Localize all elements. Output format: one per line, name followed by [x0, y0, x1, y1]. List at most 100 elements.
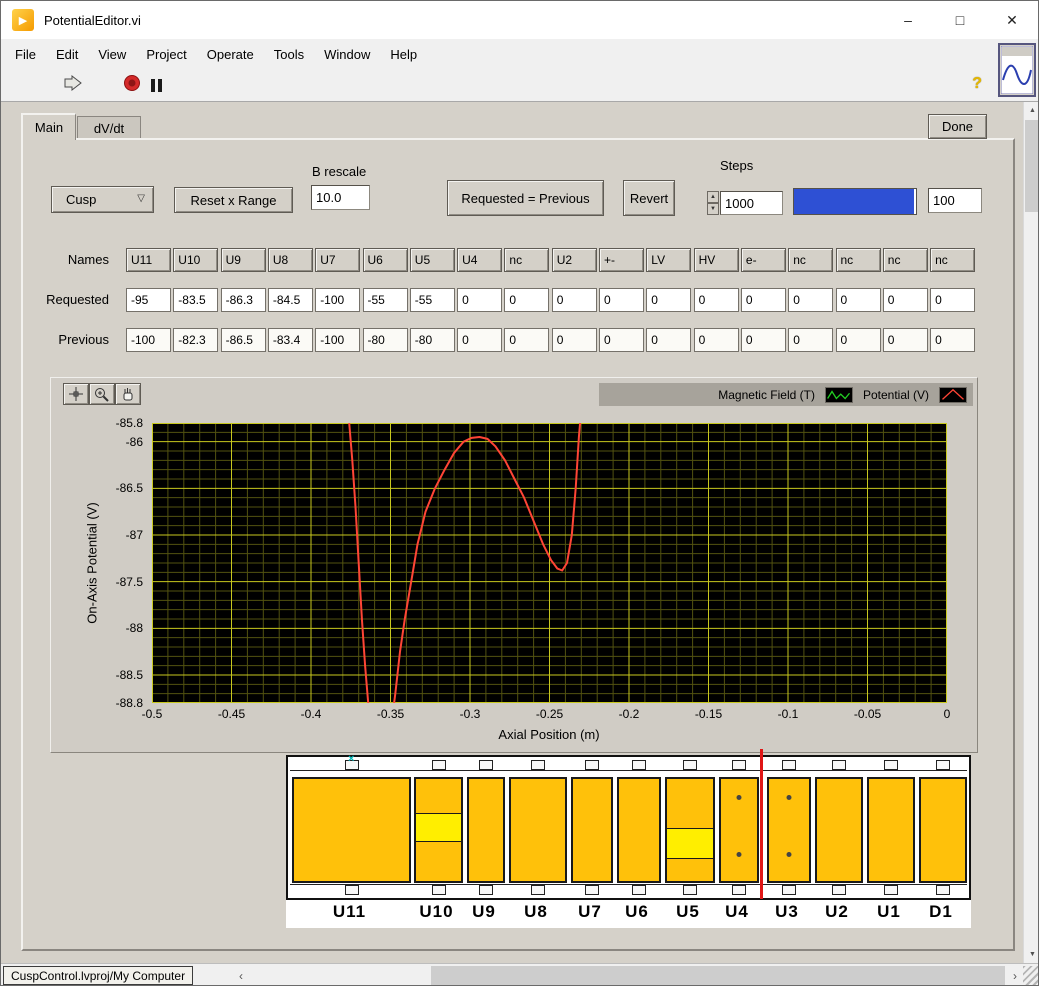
- name-cell-15[interactable]: nc: [836, 248, 881, 272]
- done-button[interactable]: Done: [928, 114, 987, 139]
- mode-select[interactable]: Cusp ▽: [51, 186, 154, 213]
- electrode-u7: [571, 777, 613, 883]
- requested-cell-11[interactable]: 0: [646, 288, 691, 312]
- aux-value-input[interactable]: [928, 188, 982, 213]
- steps-spinner[interactable]: ▲ ▼: [707, 191, 719, 215]
- project-context[interactable]: CuspControl.lvproj/My Computer: [3, 966, 193, 985]
- run-button[interactable]: [63, 74, 85, 97]
- name-cell-6[interactable]: U5: [410, 248, 455, 272]
- name-cell-9[interactable]: U2: [552, 248, 597, 272]
- scroll-right-icon[interactable]: ›: [1008, 967, 1022, 985]
- legend-potential-label[interactable]: Potential (V): [863, 388, 929, 402]
- minimize-button[interactable]: –: [882, 1, 934, 39]
- menu-item-operate[interactable]: Operate: [197, 43, 264, 66]
- menu-item-tools[interactable]: Tools: [264, 43, 314, 66]
- close-button[interactable]: ✕: [986, 1, 1038, 39]
- horizontal-scroll-track[interactable]: [251, 966, 1007, 986]
- plot-area[interactable]: [152, 423, 947, 703]
- name-cell-2[interactable]: U9: [221, 248, 266, 272]
- requested-cell-2[interactable]: -86.3: [221, 288, 266, 312]
- scroll-left-icon[interactable]: ‹: [234, 967, 248, 985]
- menu-item-file[interactable]: File: [5, 43, 46, 66]
- y-tick-7: -88.8: [51, 696, 143, 710]
- menu-item-view[interactable]: View: [88, 43, 136, 66]
- name-cell-7[interactable]: U4: [457, 248, 502, 272]
- requested-equals-previous-button[interactable]: Requested = Previous: [447, 180, 604, 216]
- steps-input[interactable]: [720, 191, 783, 215]
- pan-tool-button[interactable]: [115, 383, 141, 405]
- name-cell-12[interactable]: HV: [694, 248, 739, 272]
- revert-button[interactable]: Revert: [623, 180, 675, 216]
- requested-cell-6[interactable]: -55: [410, 288, 455, 312]
- b-rescale-input[interactable]: [311, 185, 370, 210]
- previous-cell-16: 0: [883, 328, 928, 352]
- name-cell-11[interactable]: LV: [646, 248, 691, 272]
- menu-item-project[interactable]: Project: [136, 43, 196, 66]
- increment-icon[interactable]: ▲: [707, 191, 719, 203]
- connector-tab-icon: [683, 760, 697, 770]
- progress-fill: [794, 189, 914, 214]
- requested-cell-3[interactable]: -84.5: [268, 288, 313, 312]
- name-cell-8[interactable]: nc: [504, 248, 549, 272]
- status-bar: CuspControl.lvproj/My Computer ‹ ›: [1, 963, 1039, 986]
- requested-cell-16[interactable]: 0: [883, 288, 928, 312]
- maximize-button[interactable]: □: [934, 1, 986, 39]
- name-cell-13[interactable]: e-: [741, 248, 786, 272]
- connector-tab-icon: [782, 760, 796, 770]
- resize-grip[interactable]: [1023, 966, 1039, 986]
- requested-cell-14[interactable]: 0: [788, 288, 833, 312]
- cursor-tool-button[interactable]: [63, 383, 89, 405]
- zoom-tool-button[interactable]: [89, 383, 115, 405]
- requested-cell-1[interactable]: -83.5: [173, 288, 218, 312]
- legend-magnetic-field-label[interactable]: Magnetic Field (T): [718, 388, 815, 402]
- name-cell-16[interactable]: nc: [883, 248, 928, 272]
- requested-cell-10[interactable]: 0: [599, 288, 644, 312]
- name-cell-17[interactable]: nc: [930, 248, 975, 272]
- tab-main[interactable]: Main: [21, 113, 76, 140]
- potential-sample-icon[interactable]: [939, 387, 967, 403]
- vi-panel-icon: [998, 43, 1036, 97]
- previous-cell-10: 0: [599, 328, 644, 352]
- menu-item-window[interactable]: Window: [314, 43, 380, 66]
- requested-cell-9[interactable]: 0: [552, 288, 597, 312]
- previous-cell-2: -86.5: [221, 328, 266, 352]
- horizontal-scroll-thumb[interactable]: [431, 966, 1005, 986]
- requested-cell-5[interactable]: -55: [363, 288, 408, 312]
- name-cell-1[interactable]: U10: [173, 248, 218, 272]
- vertical-scroll-thumb[interactable]: [1025, 120, 1039, 212]
- requested-cell-0[interactable]: -95: [126, 288, 171, 312]
- connector-tab-icon: [479, 760, 493, 770]
- requested-cell-8[interactable]: 0: [504, 288, 549, 312]
- tab-dvdt[interactable]: dV/dt: [77, 116, 141, 139]
- requested-cell-4[interactable]: -100: [315, 288, 360, 312]
- position-cursor[interactable]: [760, 749, 763, 899]
- connector-tab-icon: [732, 760, 746, 770]
- name-cell-10[interactable]: +-: [599, 248, 644, 272]
- vertical-scrollbar[interactable]: ▲ ▼: [1023, 102, 1039, 963]
- connector-tab-icon: [936, 760, 950, 770]
- scroll-up-icon[interactable]: ▲: [1024, 102, 1039, 119]
- name-cell-14[interactable]: nc: [788, 248, 833, 272]
- decrement-icon[interactable]: ▼: [707, 203, 719, 215]
- help-icon[interactable]: ?: [972, 75, 982, 93]
- requested-cell-15[interactable]: 0: [836, 288, 881, 312]
- requested-cell-17[interactable]: 0: [930, 288, 975, 312]
- electrode-labels: U11U10U9U8U7U6U5U4U3U2U1D1: [286, 900, 971, 928]
- requested-cell-13[interactable]: 0: [741, 288, 786, 312]
- name-cell-0[interactable]: U11: [126, 248, 171, 272]
- name-cell-4[interactable]: U7: [315, 248, 360, 272]
- previous-cell-5: -80: [363, 328, 408, 352]
- reset-x-range-button[interactable]: Reset x Range: [174, 187, 293, 213]
- labview-window: ▶ PotentialEditor.vi – □ ✕ FileEditViewP…: [0, 0, 1039, 986]
- magnetic-field-sample-icon[interactable]: [825, 387, 853, 403]
- requested-cell-7[interactable]: 0: [457, 288, 502, 312]
- pause-button[interactable]: [151, 79, 162, 92]
- requested-cell-12[interactable]: 0: [694, 288, 739, 312]
- y-tick-0: -85.8: [51, 416, 143, 430]
- stop-button[interactable]: [123, 74, 141, 97]
- name-cell-5[interactable]: U6: [363, 248, 408, 272]
- menu-item-edit[interactable]: Edit: [46, 43, 88, 66]
- menu-item-help[interactable]: Help: [380, 43, 427, 66]
- scroll-down-icon[interactable]: ▼: [1024, 946, 1039, 963]
- name-cell-3[interactable]: U8: [268, 248, 313, 272]
